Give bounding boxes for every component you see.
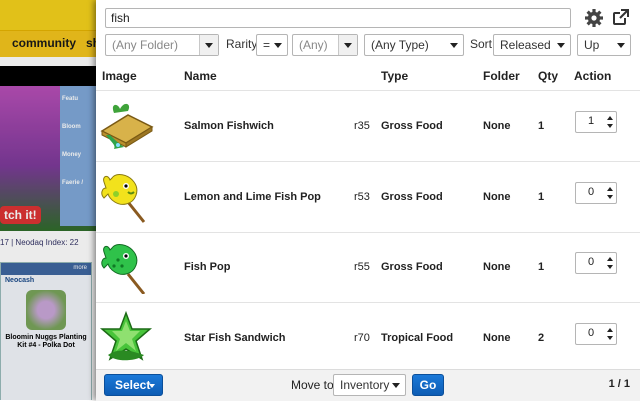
select-button[interactable]: Select xyxy=(104,374,163,396)
search-row xyxy=(96,0,640,34)
column-header-name[interactable]: Name xyxy=(184,69,217,83)
item-qty: 2 xyxy=(538,332,545,344)
quantity-stepper-value[interactable]: 0 xyxy=(576,327,606,339)
type-select[interactable]: (Any Type) xyxy=(364,34,464,56)
search-input[interactable] xyxy=(105,8,571,28)
quantity-stepper[interactable]: 0 xyxy=(575,252,617,274)
table-row: Lemon and Lime Fish Pop r53 Gross Food N… xyxy=(96,162,640,233)
item-qty: 1 xyxy=(538,261,545,273)
item-type: Gross Food xyxy=(381,120,443,132)
move-to-select[interactable]: Inventory xyxy=(333,374,406,396)
star-fish-sandwich-image[interactable] xyxy=(98,309,154,365)
move-to-label: Move to: xyxy=(291,378,338,392)
item-qty: 1 xyxy=(538,191,545,203)
rarity-value-select[interactable]: (Any) xyxy=(292,34,358,56)
item-folder: None xyxy=(483,261,511,273)
item-name[interactable]: Lemon and Lime Fish Pop xyxy=(184,191,321,203)
page-indicator: 1 / 1 xyxy=(608,378,630,390)
chevron-down-icon xyxy=(387,375,405,395)
item-type: Gross Food xyxy=(381,261,443,273)
item-type: Tropical Food xyxy=(381,332,454,344)
item-rarity: r53 xyxy=(354,191,370,203)
item-folder: None xyxy=(483,191,511,203)
select-button-label: Select xyxy=(115,378,151,392)
chevron-down-icon xyxy=(338,35,357,55)
chevron-down-icon xyxy=(445,35,463,55)
rarity-operator-select[interactable]: = xyxy=(256,34,288,56)
external-link-icon[interactable] xyxy=(612,8,630,26)
table-row: Fish Pop r55 Gross Food None 1 0 xyxy=(96,232,640,303)
item-name[interactable]: Star Fish Sandwich xyxy=(184,332,285,344)
column-header-image: Image xyxy=(102,69,137,83)
column-header-action: Action xyxy=(574,69,612,83)
column-header-folder[interactable]: Folder xyxy=(483,69,520,83)
spinner-arrows-icon[interactable] xyxy=(605,325,615,343)
chevron-down-icon xyxy=(612,35,630,55)
quantity-stepper-value[interactable]: 0 xyxy=(576,186,606,198)
item-name[interactable]: Fish Pop xyxy=(184,261,230,273)
sort-direction-select[interactable]: Up xyxy=(577,34,631,56)
caret-down-icon xyxy=(149,384,155,388)
fish-pop-image[interactable] xyxy=(98,238,154,294)
column-header-qty[interactable]: Qty xyxy=(538,69,558,83)
item-qty: 1 xyxy=(538,120,545,132)
table-row: Star Fish Sandwich r70 Tropical Food Non… xyxy=(96,303,640,370)
sort-label: Sort xyxy=(470,37,493,51)
chevron-down-icon xyxy=(552,35,570,55)
item-folder: None xyxy=(483,120,511,132)
item-folder: None xyxy=(483,332,511,344)
go-button[interactable]: Go xyxy=(412,374,444,396)
spinner-arrows-icon[interactable] xyxy=(605,254,615,272)
folder-select[interactable]: (Any Folder) xyxy=(105,34,219,56)
lemon-lime-fish-pop-image[interactable] xyxy=(98,168,154,224)
quantity-stepper-value[interactable]: 0 xyxy=(576,256,606,268)
gear-icon[interactable] xyxy=(584,8,604,28)
quantity-stepper[interactable]: 1 xyxy=(575,111,617,133)
table-row: Salmon Fishwich r35 Gross Food None 1 1 xyxy=(96,91,640,162)
quantity-stepper[interactable]: 0 xyxy=(575,323,617,345)
item-name[interactable]: Salmon Fishwich xyxy=(184,120,274,132)
item-rarity: r70 xyxy=(354,332,370,344)
item-rarity: r55 xyxy=(354,261,370,273)
table-header: Image Name Type Folder Qty Action xyxy=(96,60,640,91)
column-header-type[interactable]: Type xyxy=(381,69,408,83)
rarity-label: Rarity xyxy=(226,37,258,51)
filter-row: (Any Folder) Rarity = (Any) (Any Type) S… xyxy=(96,34,640,58)
spinner-arrows-icon[interactable] xyxy=(605,184,615,202)
action-footer: Select Move to: Inventory Go 1 / 1 xyxy=(96,369,640,401)
spinner-arrows-icon[interactable] xyxy=(605,113,615,131)
inventory-search-panel: (Any Folder) Rarity = (Any) (Any Type) S… xyxy=(96,0,640,401)
chevron-down-icon xyxy=(269,35,287,55)
item-type: Gross Food xyxy=(381,191,443,203)
item-rarity: r35 xyxy=(354,120,370,132)
quantity-stepper-value[interactable]: 1 xyxy=(576,115,606,127)
sort-by-select[interactable]: Released xyxy=(493,34,571,56)
salmon-fishwich-image[interactable] xyxy=(98,97,154,153)
chevron-down-icon xyxy=(199,35,218,55)
quantity-stepper[interactable]: 0 xyxy=(575,182,617,204)
